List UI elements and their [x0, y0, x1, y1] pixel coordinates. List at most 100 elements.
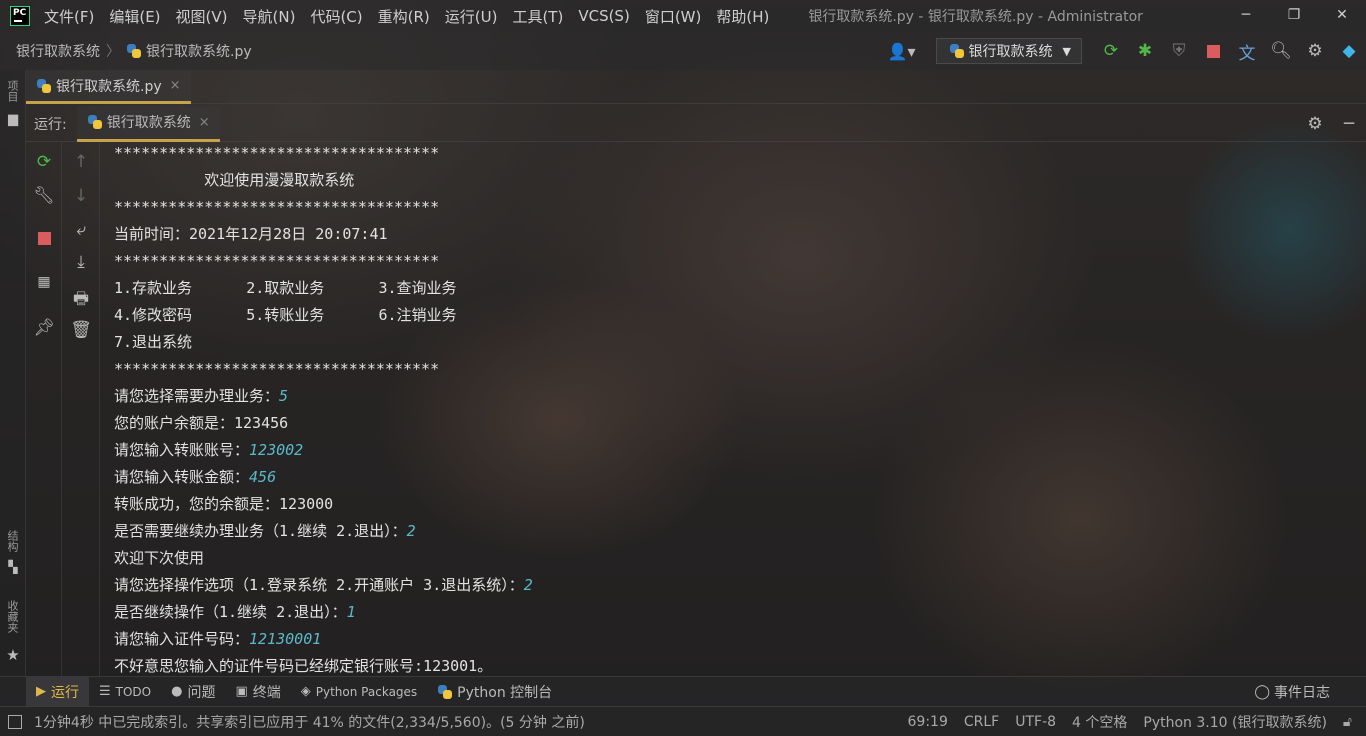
console-line: 您的账户余额是：123456 [114, 412, 1354, 439]
menu-help[interactable]: 帮助(H) [716, 6, 769, 27]
favorites-tool-button[interactable]: 收藏夹 [4, 600, 20, 633]
console-line-text: ************************************ [114, 144, 440, 162]
run-tab-label: 银行取款系统 [106, 115, 191, 131]
menu-run[interactable]: 运行(U) [445, 6, 498, 27]
coverage-icon[interactable]: ⛨ [1162, 32, 1196, 70]
packages-tool-button[interactable]: ◈ Python Packages [291, 677, 427, 707]
left-tool-strip: 项目 ▆ 结构 ▚ 收藏夹 ★ [0, 70, 26, 676]
soft-wrap-icon[interactable]: ⤶ [62, 220, 100, 240]
toggle-tool-windows-icon[interactable] [8, 715, 22, 729]
interpreter-selector[interactable]: Python 3.10 (银行取款系统) [1143, 712, 1327, 732]
console-line-text: 不好意思您输入的证件号码已经绑定银行账号:123001。 [114, 657, 493, 675]
stop-icon[interactable] [26, 230, 62, 250]
console-line: 转账成功，您的余额是：123000 [114, 493, 1354, 520]
pin-icon[interactable]: 📌︎ [26, 318, 62, 338]
console-line-text: 请您选择需要办理业务： [114, 387, 280, 405]
project-tool-button[interactable]: 项目 [4, 80, 20, 102]
console-line: 欢迎使用漫漫取款系统 [114, 169, 1354, 196]
console-output[interactable]: ************************************ 欢迎使… [114, 142, 1354, 676]
settings-icon[interactable]: ⚙ [1298, 32, 1332, 70]
close-tab-icon[interactable]: × [170, 78, 181, 93]
restore-button[interactable]: ❐ [1270, 0, 1318, 32]
console-line-text: ************************************ [114, 252, 440, 270]
run-tool-button[interactable]: ▶ 运行 [26, 676, 89, 707]
console-line-text: 是否需要继续办理业务（1.继续 2.退出）： [114, 522, 407, 540]
run-tab[interactable]: 银行取款系统 × [76, 105, 220, 142]
console-line: 不好意思您输入的证件号码已经绑定银行账号:123001。 [114, 655, 1354, 676]
menu-window[interactable]: 窗口(W) [645, 6, 702, 27]
console-line: ************************************ [114, 196, 1354, 223]
indent-setting[interactable]: 4 个空格 [1072, 712, 1127, 732]
close-window-button[interactable]: ✕ [1318, 0, 1366, 32]
console-line: ************************************ [114, 358, 1354, 385]
menu-file[interactable]: 文件(F) [44, 6, 94, 27]
run-label: 运行: [34, 116, 67, 133]
breadcrumb-file[interactable]: 银行取款系统.py [126, 41, 252, 61]
python-console-icon [437, 684, 453, 700]
run-config-selector[interactable]: 银行取款系统 ▼ [935, 38, 1082, 64]
warning-icon: ● [171, 684, 183, 699]
arrow-down-icon[interactable]: ↓ [62, 186, 100, 206]
terminal-tool-button[interactable]: ▣ 终端 [225, 677, 290, 707]
menu-tools[interactable]: 工具(T) [512, 6, 563, 27]
stop-icon[interactable] [1196, 32, 1230, 70]
layout-icon[interactable]: ▦ [26, 274, 62, 290]
line-separator[interactable]: CRLF [964, 714, 999, 730]
todo-tool-button[interactable]: ☰ TODO [89, 677, 161, 707]
menu-code[interactable]: 代码(C) [310, 6, 362, 27]
structure-tool-button[interactable]: 结构 [4, 530, 20, 552]
debug-icon[interactable]: ✱ [1128, 32, 1162, 70]
menu-vcs[interactable]: VCS(S) [578, 7, 629, 25]
console-line-text: 请您输入转账金额： [114, 468, 250, 486]
packages-label: Python Packages [315, 684, 418, 699]
file-encoding[interactable]: UTF-8 [1015, 714, 1056, 730]
console-line-text: 4.修改密码 5.转账业务 6.注销业务 [114, 306, 457, 324]
menu-refactor[interactable]: 重构(R) [378, 6, 430, 27]
console-line: 1.存款业务 2.取款业务 3.查询业务 [114, 277, 1354, 304]
console-line: 请您选择操作选项（1.登录系统 2.开通账户 3.退出系统）：2 [114, 574, 1354, 601]
cursor-position[interactable]: 69:19 [908, 714, 948, 730]
python-console-tool-button[interactable]: Python 控制台 [427, 677, 562, 707]
menu-edit[interactable]: 编辑(E) [109, 6, 160, 27]
console-line: 请您选择需要办理业务：5 [114, 385, 1354, 412]
user-account-icon[interactable]: 👤▾ [872, 42, 932, 61]
console-line-text: 1.存款业务 2.取款业务 3.查询业务 [114, 279, 457, 297]
status-message[interactable]: 1分钟4秒 中已完成索引。共享索引已应用于 41% 的文件(2,334/5,56… [34, 712, 585, 732]
console-line-text: 欢迎使用漫漫取款系统 [114, 171, 355, 189]
arrow-up-icon[interactable]: ↑ [62, 152, 100, 172]
run-side-toolbar: ⟳ 🔧︎ ▦ 📌︎ [26, 142, 62, 676]
search-icon[interactable]: 🔍︎ [1264, 32, 1298, 70]
console-line-text: 请您输入转账账号： [114, 441, 250, 459]
menu-view[interactable]: 视图(V) [176, 6, 228, 27]
problems-tool-button[interactable]: ● 问题 [161, 677, 225, 707]
rerun-icon[interactable]: ⟳ [1094, 32, 1128, 70]
event-log-label: 事件日志 [1274, 685, 1330, 701]
toolbox-icon[interactable]: ◆ [1332, 32, 1366, 70]
console-line-text: ************************************ [114, 360, 440, 378]
hide-panel-icon[interactable]: ─ [1332, 114, 1366, 134]
lock-icon[interactable]: 🔓︎ [1343, 714, 1352, 730]
print-icon[interactable]: 🖶︎ [62, 286, 100, 315]
menu-navigate[interactable]: 导航(N) [243, 6, 296, 27]
breadcrumb-project[interactable]: 银行取款系统 [16, 41, 100, 61]
console-user-input: 123002 [249, 441, 304, 459]
editor-tab-main[interactable]: 银行取款系统.py × [26, 70, 191, 104]
console-line-text: 您的账户余额是：123456 [114, 414, 289, 432]
console-line: 请您输入转账账号：123002 [114, 439, 1354, 466]
console-line: 请您输入转账金额：456 [114, 466, 1354, 493]
run-settings-icon[interactable]: ⚙ [1298, 114, 1332, 134]
rerun-icon[interactable]: ⟳ [26, 152, 62, 172]
python-file-icon [36, 78, 52, 94]
title-bar: PC 文件(F) 编辑(E) 视图(V) 导航(N) 代码(C) 重构(R) 运… [0, 0, 1366, 32]
minimize-button[interactable]: ─ [1222, 0, 1270, 32]
scroll-to-end-icon[interactable]: ⤓ [62, 252, 100, 272]
trash-icon[interactable]: 🗑︎ [62, 320, 100, 340]
navigation-bar: 银行取款系统 〉 银行取款系统.py 👤▾ 银行取款系统 ▼ ⟳ ✱ ⛨ 文 🔍… [0, 32, 1366, 70]
event-log-button[interactable]: ◯ 事件日志 [1254, 677, 1330, 707]
translate-icon[interactable]: 文 [1230, 32, 1264, 70]
close-run-tab-icon[interactable]: × [199, 115, 210, 130]
console-user-input: 12130001 [249, 630, 322, 648]
python-run-icon [87, 114, 103, 130]
wrench-icon[interactable]: 🔧︎ [26, 186, 62, 206]
chevron-down-icon: ▼ [1062, 44, 1071, 58]
